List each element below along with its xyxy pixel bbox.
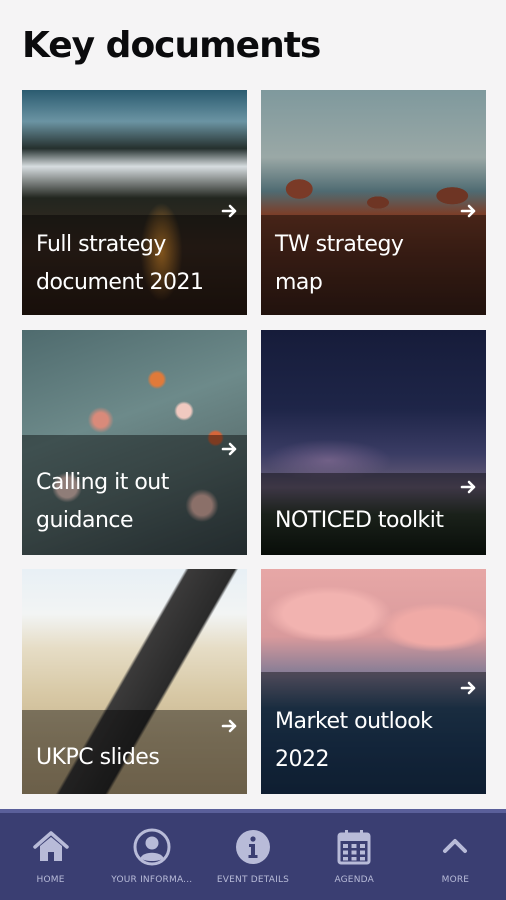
arrow-right-icon [460, 681, 476, 695]
document-card-noticed-toolkit[interactable]: NOTICED toolkit [261, 330, 486, 555]
document-title: Market outlook 2022 [275, 709, 433, 772]
calendar-icon [337, 830, 371, 865]
nav-home[interactable]: HOME [0, 813, 101, 900]
document-title: Calling it out guidance [36, 470, 169, 533]
nav-label: AGENDA [334, 875, 374, 885]
nav-more[interactable]: MORE [405, 813, 506, 900]
arrow-right-icon [460, 204, 476, 218]
chevron-up-icon [443, 839, 468, 853]
document-title: NOTICED toolkit [275, 508, 444, 533]
nav-label: EVENT DETAILS [216, 875, 290, 885]
nav-your-information[interactable]: YOUR INFORMA... [101, 813, 202, 900]
nav-event-details[interactable]: EVENT DETAILS [202, 813, 303, 900]
page-title: Key documents [22, 25, 321, 66]
nav-label: MORE [441, 875, 470, 885]
info-icon [236, 830, 270, 864]
document-card-tw-strategy-map[interactable]: TW strategy map [261, 90, 486, 315]
nav-label: YOUR INFORMA... [111, 875, 193, 885]
arrow-right-icon [221, 719, 237, 733]
nav-agenda[interactable]: AGENDA [304, 813, 405, 900]
arrow-right-icon [221, 442, 237, 456]
document-card-market-outlook[interactable]: Market outlook 2022 [261, 569, 486, 794]
document-title: TW strategy map [275, 232, 404, 295]
arrow-right-icon [460, 480, 476, 494]
home-icon [32, 831, 69, 861]
nav-label: HOME [36, 875, 65, 885]
bottom-navigation: HOME YOUR INFORMA... EVENT DETAILS AGEND… [0, 809, 506, 900]
user-icon [133, 828, 171, 866]
document-card-full-strategy[interactable]: Full strategy document 2021 [22, 90, 247, 315]
document-card-ukpc-slides[interactable]: UKPC slides [22, 569, 247, 794]
document-card-calling-it-out[interactable]: Calling it out guidance [22, 330, 247, 555]
arrow-right-icon [221, 204, 237, 218]
document-title: Full strategy document 2021 [36, 232, 204, 295]
document-title: UKPC slides [36, 745, 160, 770]
